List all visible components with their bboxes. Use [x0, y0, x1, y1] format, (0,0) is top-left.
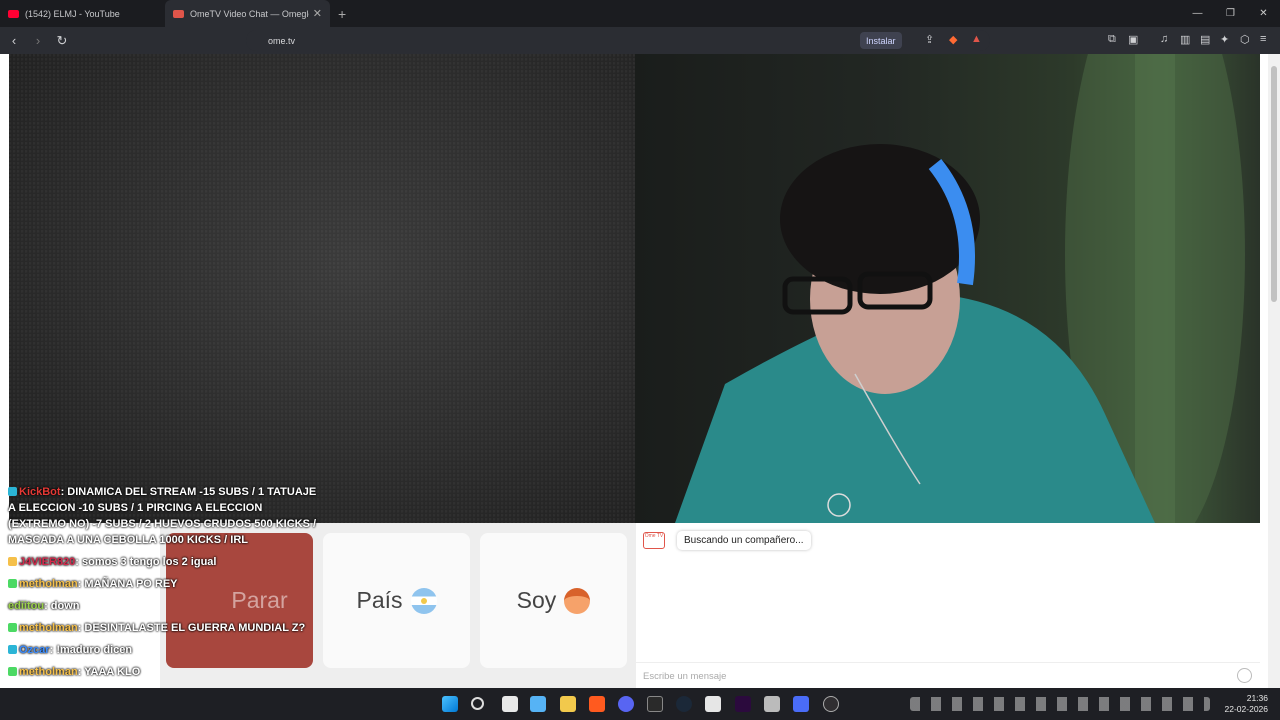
close-tab-icon[interactable]: ✕ [313, 7, 322, 20]
gender-button[interactable]: Soy [480, 533, 627, 668]
brave-icon[interactable] [589, 696, 605, 712]
chat-line: J4VIER820: somos 3 tengo los 2 igual [0, 554, 320, 570]
tab-title: (1542) ELMJ - YouTube [25, 8, 120, 19]
chat-text: MAÑANA PO REY [84, 578, 178, 590]
close-window-icon[interactable]: ✕ [1247, 0, 1280, 27]
chat-user: Ozcar [19, 644, 50, 656]
obs-icon[interactable] [823, 696, 839, 712]
country-label: País [356, 587, 403, 613]
crown-badge-icon [8, 557, 17, 566]
chat-user: metholman [19, 666, 78, 678]
windows-start-icon[interactable] [442, 696, 458, 712]
ometv-logo-icon: Ome TV [643, 532, 665, 549]
tab-title: OmeTV Video Chat — Omegle [190, 8, 309, 19]
stream-chat-overlay: KickBot: DINAMICA DEL STREAM -15 SUBS / … [0, 484, 320, 720]
sub-badge-icon [8, 579, 17, 588]
webcam-person [675, 54, 1245, 523]
screenshot-icon[interactable]: ▣ [1128, 33, 1138, 46]
self-video [635, 54, 1260, 523]
epic-icon[interactable] [647, 696, 663, 712]
tab-ometv[interactable]: OmeTV Video Chat — Omegle ✕ [165, 0, 330, 27]
reload-icon[interactable]: ↻ [52, 31, 72, 51]
chat-user: metholman [19, 622, 78, 634]
minimize-icon[interactable]: — [1181, 0, 1214, 27]
new-tab-icon[interactable]: + [338, 6, 346, 22]
window-controls: — ❐ ✕ [1181, 0, 1280, 27]
sidebar-icon[interactable]: ▥ [1180, 33, 1190, 46]
wallet-icon[interactable]: ▤ [1200, 33, 1210, 46]
tab-strip: (1542) ELMJ - YouTube OmeTV Video Chat —… [0, 0, 1280, 27]
chat-user: metholman [19, 578, 78, 590]
leo-icon[interactable]: ✦ [1220, 33, 1229, 46]
forward-icon[interactable]: › [28, 31, 48, 51]
store-icon[interactable] [530, 696, 546, 712]
back-icon[interactable]: ‹ [4, 31, 24, 51]
page-scrollbar[interactable] [1268, 54, 1280, 688]
gender-label: Soy [516, 587, 557, 613]
chat-line: ediitou: down [8, 600, 80, 612]
chat-text: YAAA KLO [84, 666, 141, 678]
steam-icon[interactable] [676, 696, 692, 712]
chat-user: ediitou [8, 600, 45, 612]
maximize-icon[interactable]: ❐ [1214, 0, 1247, 27]
app-blue-icon[interactable] [793, 696, 809, 712]
rewards-icon[interactable]: ▲ [971, 33, 982, 45]
install-button[interactable]: Instalar [860, 32, 902, 49]
sub-badge-icon [8, 667, 17, 676]
chat-line: KickBot: DINAMICA DEL STREAM -15 SUBS / … [8, 486, 317, 546]
os-taskbar: 21:36 22-02-2026 [0, 688, 1280, 720]
argentina-flag-icon [410, 587, 437, 614]
partner-video [9, 54, 635, 523]
chat-text: somos 3 tengo los 2 igual [82, 556, 217, 568]
url-text: ome.tv [268, 35, 296, 46]
mod-badge-icon [8, 645, 17, 654]
message-input[interactable]: Escribe un mensaje [636, 662, 1260, 688]
search-icon[interactable] [471, 697, 484, 710]
chat-line: metholman: DESINTALASTE EL GUERRA MUNDIA… [0, 620, 320, 636]
chat-line: metholman: MAÑANA PO REY [0, 576, 320, 592]
premiere-icon[interactable] [735, 696, 751, 712]
country-button[interactable]: País [323, 533, 470, 668]
vpn-icon[interactable]: ⬡ [1240, 33, 1250, 46]
chat-user: KickBot [19, 486, 61, 498]
scrollbar-thumb[interactable] [1271, 66, 1277, 302]
youtube-icon [8, 9, 19, 18]
address-bar[interactable]: ome.tv Instalar [246, 30, 990, 51]
chat-text: DESINTALASTE EL GUERRA MUNDIAL Z? [84, 622, 306, 634]
tray-icons[interactable] [910, 697, 1210, 711]
explorer-icon[interactable] [560, 696, 576, 712]
menu-icon[interactable]: ≡ [1260, 33, 1266, 45]
mod-badge-icon [8, 487, 17, 496]
media-icon[interactable]: ♫ [1160, 33, 1168, 45]
discord-icon[interactable] [618, 696, 634, 712]
system-clock[interactable]: 21:36 22-02-2026 [1225, 693, 1268, 715]
share-icon[interactable]: ⇪ [925, 33, 934, 46]
status-message: Buscando un compañero... [677, 531, 811, 550]
taskview-icon[interactable] [502, 696, 518, 712]
chat-text: down [50, 600, 80, 612]
brave-shield-icon[interactable]: ◆ [949, 33, 957, 46]
chat-line: metholman: YAAA KLO [0, 664, 320, 680]
word-icon[interactable] [705, 696, 721, 712]
unity-icon[interactable] [764, 696, 780, 712]
text-chat-panel: Ome TV Buscando un compañero... Escribe … [636, 523, 1260, 688]
ometv-icon [173, 9, 184, 18]
boy-emoji-icon [564, 587, 591, 614]
browser-toolbar: ‹ › ↻ 🔖︎ ome.tv Instalar ⇪ ◆ ▲ ⧉ ▣ ♫ ▥ ▤… [0, 27, 1280, 54]
emoji-icon[interactable] [1237, 668, 1252, 683]
sub-badge-icon [8, 623, 17, 632]
chat-user: J4VIER820 [19, 556, 76, 568]
chat-line: Ozcar: !maduro dicen [0, 642, 320, 658]
tab-youtube[interactable]: (1542) ELMJ - YouTube [0, 0, 165, 27]
chat-text: !maduro dicen [56, 644, 133, 656]
extensions-icon[interactable]: ⧉ [1108, 33, 1116, 46]
